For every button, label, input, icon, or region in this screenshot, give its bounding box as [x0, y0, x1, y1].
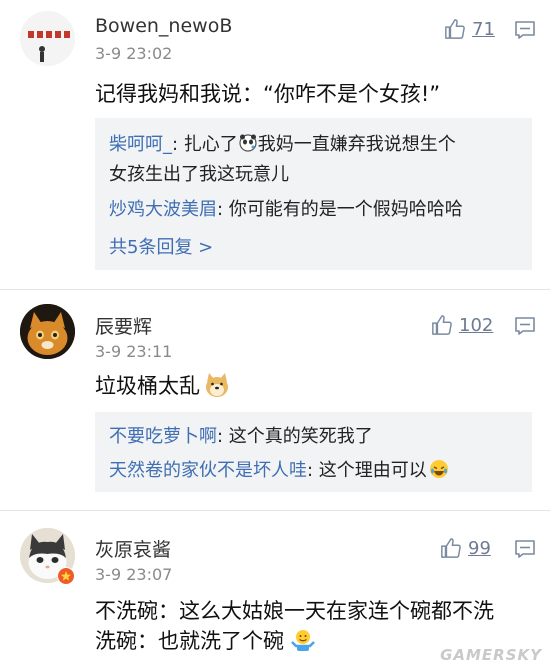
- like-button[interactable]: 71: [444, 18, 495, 40]
- reply-box: 不要吃萝卜啊: 这个真的笑死我了 天然卷的家伙不是坏人哇: 这个理由可以: [95, 412, 532, 492]
- shrug-emoji-icon: [290, 628, 316, 657]
- comment-text: 记得我妈和我说：“你咋不是个女孩!”: [95, 82, 441, 106]
- comment-item: 辰要辉 3-9 23:11 102 垃圾桶太乱 不要吃萝卜啊: 这个真的笑死我了…: [0, 290, 550, 510]
- timestamp: 3-9 23:11: [95, 342, 173, 361]
- view-more-replies-link[interactable]: 共5条回复 >: [109, 233, 213, 259]
- reply-username[interactable]: 柴呵呵_: [109, 134, 172, 155]
- reply-box: 柴呵呵_: 扎心了 我妈一直嫌弃我说想生个 女孩生出了我这玩意儿 炒鸡大波美眉: …: [95, 118, 532, 270]
- reply: 天然卷的家伙不是坏人哇: 这个理由可以: [109, 456, 449, 484]
- reply-continued: 女孩生出了我这玩意儿: [109, 164, 289, 185]
- comment-icon[interactable]: [514, 316, 536, 340]
- username[interactable]: 辰要辉: [95, 312, 152, 339]
- timestamp: 3-9 23:07: [95, 565, 173, 584]
- laughing-emoji-icon: [429, 459, 449, 484]
- comment-icon[interactable]: [514, 20, 536, 44]
- like-count: 102: [459, 314, 494, 336]
- watermark: GAMERSKY: [440, 646, 542, 664]
- like-count: 99: [468, 537, 491, 559]
- comment-icon[interactable]: [514, 539, 536, 563]
- thumbs-up-icon: [432, 315, 452, 335]
- thumbs-up-icon: [445, 19, 465, 39]
- thumbs-up-icon: [441, 538, 461, 558]
- reply: 不要吃萝卜啊: 这个真的笑死我了: [109, 426, 373, 447]
- timestamp: 3-9 23:02: [95, 44, 173, 63]
- reply-username[interactable]: 炒鸡大波美眉: [109, 199, 217, 220]
- comment-item: 灰原哀酱 3-9 23:07 99 不洗碗：这么大姑娘一天在家连个碗都不洗 洗碗…: [0, 511, 550, 668]
- like-count: 71: [472, 18, 495, 40]
- panda-emoji-icon: [238, 133, 258, 158]
- like-button[interactable]: 102: [431, 314, 493, 336]
- username[interactable]: Bowen_newoB: [95, 15, 232, 37]
- verified-badge-icon: [57, 567, 75, 589]
- reply-username[interactable]: 天然卷的家伙不是坏人哇: [109, 460, 307, 481]
- like-button[interactable]: 99: [440, 537, 491, 559]
- reply: 炒鸡大波美眉: 你可能有的是一个假妈哈哈哈: [109, 199, 463, 220]
- comment-item: Bowen_newoB 3-9 23:02 71 记得我妈和我说：“你咋不是个女…: [0, 0, 550, 290]
- comment-text-line2: 洗碗：也就洗了个碗: [95, 625, 316, 657]
- username[interactable]: 灰原哀酱: [95, 535, 171, 562]
- reply: 柴呵呵_: 扎心了 我妈一直嫌弃我说想生个: [109, 130, 456, 158]
- comment-text: 不洗碗：这么大姑娘一天在家连个碗都不洗: [95, 599, 494, 623]
- avatar[interactable]: [20, 304, 75, 359]
- dog-emoji-icon: [203, 372, 231, 403]
- comment-text: 垃圾桶太乱: [95, 370, 231, 403]
- avatar[interactable]: [20, 11, 75, 66]
- reply-username[interactable]: 不要吃萝卜啊: [109, 426, 217, 447]
